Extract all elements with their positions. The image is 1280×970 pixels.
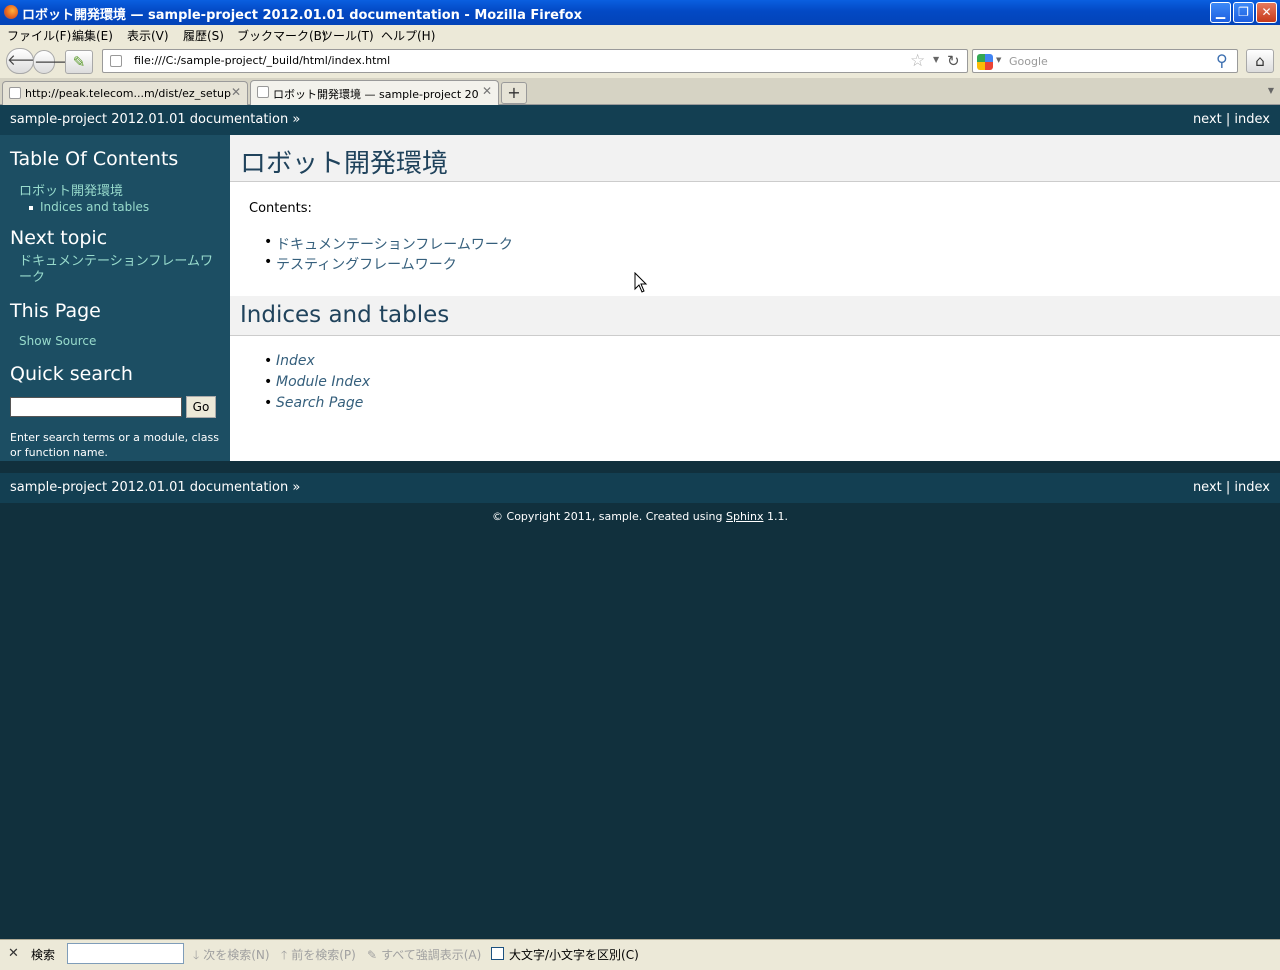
indices-list: Index Module Index Search Page bbox=[264, 353, 370, 416]
highlight-all-button[interactable]: ✎ すべて強調表示(A) bbox=[367, 946, 481, 963]
search-hint: Enter search terms or a module, class or… bbox=[10, 431, 219, 459]
page-icon bbox=[257, 86, 269, 98]
toc-subitem: Indices and tables bbox=[29, 200, 149, 214]
index-link[interactable]: index bbox=[1234, 112, 1270, 127]
tab-list-icon[interactable]: ▼ bbox=[1268, 86, 1274, 95]
mouse-cursor-icon bbox=[634, 272, 648, 293]
toc-heading: Table Of Contents bbox=[10, 148, 179, 170]
sidebar: Table Of Contents ロボット開発環境 Indices and t… bbox=[0, 135, 230, 461]
search-page-link[interactable]: Search Page bbox=[276, 395, 363, 411]
bullet-icon bbox=[29, 205, 33, 210]
list-item: ドキュメンテーションフレームワーク bbox=[264, 234, 513, 254]
menu-bar: ファイル(F) 編集(E) 表示(V) 履歴(S) ブックマーク(B) ツール(… bbox=[0, 25, 1280, 45]
quick-search-input[interactable] bbox=[10, 397, 182, 417]
tab-robot-docs[interactable]: ロボット開発環境 — sample-project 201... ✕ bbox=[250, 80, 499, 105]
module-index-link[interactable]: Module Index bbox=[276, 374, 370, 390]
tab-close-icon[interactable]: ✕ bbox=[231, 85, 241, 99]
quick-search-heading: Quick search bbox=[10, 363, 133, 385]
back-icon[interactable]: 🡐 bbox=[6, 48, 47, 74]
sphinx-link[interactable]: Sphinx bbox=[726, 510, 763, 523]
url-text[interactable]: file:///C:/sample-project/_build/html/in… bbox=[134, 54, 390, 67]
close-findbar-icon[interactable]: ✕ bbox=[8, 946, 19, 961]
search-icon[interactable]: ⚲ bbox=[1216, 51, 1228, 70]
index-link[interactable]: index bbox=[1234, 480, 1270, 495]
url-history-dropdown-icon[interactable]: ▼ bbox=[933, 55, 939, 64]
toc-link-main[interactable]: ロボット開発環境 bbox=[19, 180, 123, 199]
footer: © Copyright 2011, sample. Created using … bbox=[0, 510, 1280, 523]
contents-list: ドキュメンテーションフレームワーク テスティングフレームワーク bbox=[264, 234, 513, 274]
this-page-heading: This Page bbox=[10, 300, 101, 322]
go-button[interactable]: Go bbox=[186, 396, 216, 418]
find-next-button[interactable]: 🡓 次を検索(N) bbox=[193, 946, 270, 967]
page-icon bbox=[9, 87, 21, 99]
google-icon[interactable] bbox=[977, 54, 993, 70]
list-item: Search Page bbox=[264, 395, 370, 416]
page-title: ロボット開発環境 bbox=[230, 135, 1280, 182]
window-title-bar: ロボット開発環境 — sample-project 2012.01.01 doc… bbox=[0, 0, 1280, 25]
menu-history[interactable]: 履歴(S) bbox=[183, 27, 224, 44]
separator: | bbox=[1225, 112, 1231, 127]
forward-icon[interactable]: 🡒 bbox=[33, 50, 74, 74]
list-item: Index bbox=[264, 353, 370, 374]
next-link[interactable]: next bbox=[1193, 112, 1222, 127]
menu-bookmarks[interactable]: ブックマーク(B) bbox=[237, 27, 327, 44]
window-title: ロボット開発環境 — sample-project 2012.01.01 doc… bbox=[22, 8, 582, 23]
close-window-icon[interactable]: ✕ bbox=[1256, 2, 1277, 23]
menu-tools[interactable]: ツール(T) bbox=[321, 27, 374, 44]
find-label: 検索 bbox=[31, 948, 56, 962]
document-body: ロボット開発環境 Contents: ドキュメンテーションフレームワーク テステ… bbox=[230, 135, 1280, 461]
list-item: テスティングフレームワーク bbox=[264, 254, 513, 274]
find-bar: ✕ 検索 🡓 次を検索(N) 🡑 前を検索(P) ✎ すべて強調表示(A) 大文字/小… bbox=[0, 939, 1280, 970]
menu-view[interactable]: 表示(V) bbox=[127, 27, 169, 44]
index-link[interactable]: Index bbox=[276, 353, 315, 369]
breadcrumb[interactable]: sample-project 2012.01.01 documentation … bbox=[10, 480, 300, 495]
doc-framework-link[interactable]: ドキュメンテーションフレームワーク bbox=[276, 237, 513, 253]
tab-close-icon[interactable]: ✕ bbox=[482, 84, 492, 98]
url-bar[interactable]: file:///C:/sample-project/_build/html/in… bbox=[102, 49, 968, 73]
next-topic-heading: Next topic bbox=[10, 227, 108, 249]
minimize-icon[interactable]: ▁ bbox=[1210, 2, 1231, 23]
search-engine-dropdown-icon[interactable]: ▼ bbox=[996, 56, 1001, 64]
navigation-toolbar: 🡐 🡒 ✎ file:///C:/sample-project/_build/h… bbox=[0, 45, 1280, 78]
related-bar-bottom: sample-project 2012.01.01 documentation … bbox=[0, 473, 1280, 503]
menu-help[interactable]: ヘルプ(H) bbox=[381, 27, 435, 44]
match-case-label[interactable]: 大文字/小文字を区別(C) bbox=[509, 946, 639, 963]
search-placeholder[interactable]: Google bbox=[1009, 55, 1048, 68]
related-bar-top: sample-project 2012.01.01 documentation … bbox=[0, 105, 1280, 135]
find-input[interactable] bbox=[67, 943, 184, 964]
contents-label: Contents: bbox=[249, 201, 312, 216]
tab-label[interactable]: http://peak.telecom...m/dist/ez_setup.py bbox=[25, 87, 231, 100]
list-item: Module Index bbox=[264, 374, 370, 395]
site-identity-icon[interactable] bbox=[110, 55, 122, 67]
next-link[interactable]: next bbox=[1193, 480, 1222, 495]
tab-label[interactable]: ロボット開発環境 — sample-project 201... bbox=[273, 86, 479, 102]
menu-edit[interactable]: 編集(E) bbox=[72, 27, 113, 44]
arrow-up-icon: 🡑 bbox=[281, 948, 288, 962]
reload-icon[interactable]: ↻ bbox=[947, 52, 960, 70]
web-search-bar[interactable]: ▼ Google ⚲ bbox=[972, 49, 1238, 73]
copyright-text: © Copyright 2011, sample. Created using bbox=[492, 510, 723, 523]
leaf-addon-icon[interactable]: ✎ bbox=[65, 50, 93, 74]
next-topic-link[interactable]: ドキュメンテーションフレームワーク bbox=[19, 254, 219, 286]
home-icon[interactable]: ⌂ bbox=[1246, 49, 1274, 73]
tab-bar: http://peak.telecom...m/dist/ez_setup.py… bbox=[0, 78, 1280, 105]
toc-link-indices[interactable]: Indices and tables bbox=[40, 200, 149, 214]
highlighter-icon: ✎ bbox=[367, 948, 378, 962]
find-previous-button[interactable]: 🡑 前を検索(P) bbox=[281, 946, 356, 967]
menu-file[interactable]: ファイル(F) bbox=[7, 27, 71, 44]
new-tab-icon[interactable]: + bbox=[501, 82, 527, 104]
breadcrumb[interactable]: sample-project 2012.01.01 documentation … bbox=[10, 112, 300, 127]
match-case-checkbox[interactable] bbox=[491, 947, 504, 960]
restore-icon[interactable]: ❐ bbox=[1233, 2, 1254, 23]
show-source-link[interactable]: Show Source bbox=[19, 334, 96, 348]
test-framework-link[interactable]: テスティングフレームワーク bbox=[276, 257, 457, 273]
section-heading: Indices and tables bbox=[230, 296, 1280, 336]
bookmark-star-icon[interactable]: ☆ bbox=[910, 51, 925, 71]
separator: | bbox=[1225, 480, 1231, 495]
firefox-icon bbox=[4, 5, 18, 19]
version-text: 1.1. bbox=[766, 510, 788, 523]
tab-ez-setup[interactable]: http://peak.telecom...m/dist/ez_setup.py… bbox=[2, 81, 248, 105]
arrow-down-icon: 🡓 bbox=[193, 948, 200, 962]
